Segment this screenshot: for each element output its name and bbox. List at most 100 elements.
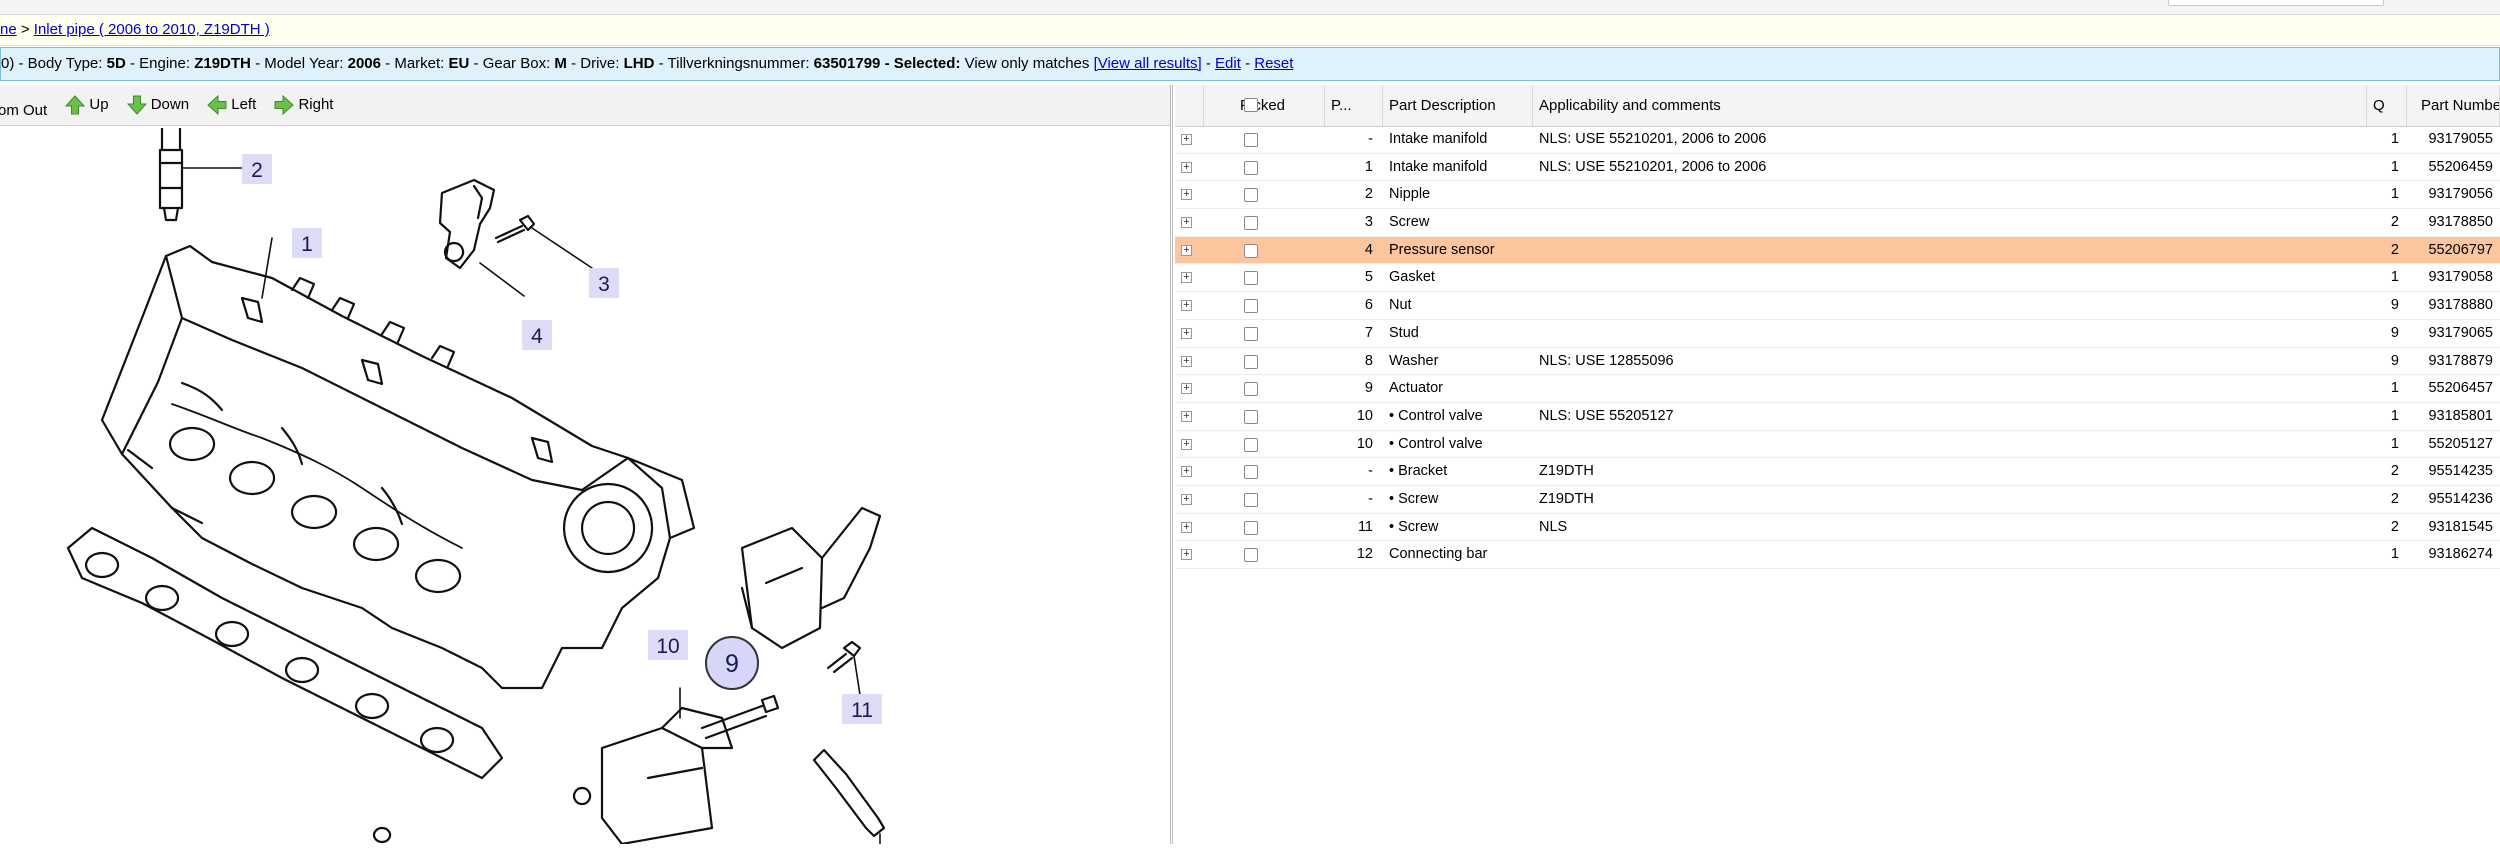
table-row[interactable]: +7 Stud 9 93179065 xyxy=(1175,320,2500,348)
part-number-cell[interactable]: 93179058 xyxy=(2415,264,2493,291)
callout-10[interactable]: 10 xyxy=(656,635,679,658)
reset-link[interactable]: Reset xyxy=(1254,55,1293,72)
zoom-out-button[interactable]: om Out xyxy=(0,91,47,131)
selected-label: - Selected: xyxy=(884,55,961,72)
panel-divider[interactable] xyxy=(1170,85,1173,844)
table-row[interactable]: +10 • Control valve 1 55205127 xyxy=(1175,431,2500,459)
table-row[interactable]: +10 • Control valve NLS: USE 55205127 1 9318… xyxy=(1175,403,2500,431)
expand-icon[interactable]: + xyxy=(1181,134,1192,145)
position-header[interactable]: P... xyxy=(1325,85,1383,126)
picked-checkbox[interactable] xyxy=(1244,326,1258,341)
part-number-cell[interactable]: 55205127 xyxy=(2415,431,2493,458)
table-row[interactable]: +12 Connecting bar 1 93186274 xyxy=(1175,541,2500,569)
expand-icon[interactable]: + xyxy=(1181,438,1192,450)
expand-icon[interactable]: + xyxy=(1181,327,1192,339)
table-row[interactable]: +2 Nipple 1 93179056 xyxy=(1175,181,2500,210)
picked-checkbox[interactable] xyxy=(1244,243,1258,258)
picked-checkbox[interactable] xyxy=(1244,160,1258,175)
description-cell: • Control valve xyxy=(1389,435,1483,452)
expand-icon[interactable]: + xyxy=(1181,300,1192,312)
picked-checkbox[interactable] xyxy=(1244,382,1258,397)
zoom-out-label: om Out xyxy=(0,102,48,119)
picked-checkbox[interactable] xyxy=(1244,188,1258,203)
picked-checkbox[interactable] xyxy=(1244,299,1258,314)
expand-icon[interactable]: + xyxy=(1181,244,1192,256)
callout-4[interactable]: 4 xyxy=(531,325,543,348)
down-button[interactable]: Down xyxy=(126,85,189,125)
part-number-cell[interactable]: 93185801 xyxy=(2415,403,2493,430)
applicability-header[interactable]: Applicability and comments xyxy=(1533,85,2367,126)
callout-2[interactable]: 2 xyxy=(251,159,263,182)
table-row[interactable]: +5 Gasket 1 93179058 xyxy=(1175,264,2500,293)
part-number-cell[interactable]: 93178880 xyxy=(2415,292,2493,319)
callout-1[interactable]: 1 xyxy=(301,233,313,256)
picked-checkbox[interactable] xyxy=(1244,492,1258,507)
picked-checkbox[interactable] xyxy=(1244,548,1258,563)
up-button[interactable]: Up xyxy=(65,85,109,125)
picked-header[interactable]: Picked xyxy=(1204,85,1325,126)
part-number-cell[interactable]: 93181545 xyxy=(2415,514,2493,541)
expand-icon[interactable]: + xyxy=(1181,217,1192,229)
part-number-cell[interactable]: 55206457 xyxy=(2415,375,2493,402)
part-number-cell[interactable]: 95514235 xyxy=(2415,458,2493,485)
expand-icon[interactable]: + xyxy=(1181,355,1192,367)
picked-checkbox[interactable] xyxy=(1244,133,1258,147)
search-box-fragment[interactable] xyxy=(2168,0,2384,6)
gearbox-label: - Gear Box: xyxy=(473,55,551,72)
view-all-results-link[interactable]: [View all results] xyxy=(1094,55,1202,72)
expand-icon[interactable]: + xyxy=(1181,161,1192,173)
table-row[interactable]: +9 Actuator 1 55206457 xyxy=(1175,375,2500,403)
quantity-cell: 9 xyxy=(2390,324,2399,341)
breadcrumb-current-link[interactable]: Inlet pipe ( 2006 to 2010, Z19DTH ) xyxy=(34,21,270,38)
table-row[interactable]: +4 Pressure sensor 2 55206797 xyxy=(1175,236,2500,265)
part-number-header[interactable]: Part Number xyxy=(2407,85,2500,126)
table-row[interactable]: + - Intake manifold NLS: USE 55210201, 2006… xyxy=(1175,126,2500,154)
part-number-cell[interactable]: 93179055 xyxy=(2415,126,2493,153)
picked-checkbox[interactable] xyxy=(1244,216,1258,231)
expand-icon[interactable]: + xyxy=(1181,383,1192,395)
picked-checkbox[interactable] xyxy=(1244,437,1258,452)
picked-checkbox[interactable] xyxy=(1244,520,1258,535)
quantity-header[interactable]: Q xyxy=(2367,85,2407,126)
table-row[interactable]: +3 Screw 2 93178850 xyxy=(1175,209,2500,237)
quantity-cell: 1 xyxy=(2390,546,2399,563)
part-number-cell[interactable]: 93179065 xyxy=(2415,320,2493,347)
picked-checkbox[interactable] xyxy=(1244,271,1258,286)
picked-checkbox[interactable] xyxy=(1244,409,1258,424)
part-number-cell[interactable]: 55206797 xyxy=(2415,237,2493,264)
expand-icon[interactable]: + xyxy=(1181,466,1192,478)
part-description-header[interactable]: Part Description xyxy=(1383,85,1533,126)
expand-icon[interactable]: + xyxy=(1181,493,1192,505)
edit-link[interactable]: Edit xyxy=(1215,55,1241,72)
callout-3[interactable]: 3 xyxy=(598,273,610,296)
table-row[interactable]: +11 • Screw NLS 2 93181545 xyxy=(1175,514,2500,542)
table-row[interactable]: +8 Washer NLS: USE 12855096 9 93178879 xyxy=(1175,348,2500,376)
breadcrumb-home-link[interactable]: ne xyxy=(0,21,17,38)
table-row[interactable]: +6 Nut 9 93178880 xyxy=(1175,292,2500,320)
drawing-panel: om Out Up Down Left Right 2 1 3 4 10 9 1… xyxy=(0,85,1170,846)
right-button[interactable]: Right xyxy=(274,85,333,125)
picked-checkbox[interactable] xyxy=(1244,465,1258,480)
expand-icon[interactable]: + xyxy=(1181,272,1192,284)
model-year-label: - Model Year: xyxy=(255,55,344,72)
expand-icon[interactable]: + xyxy=(1181,521,1192,533)
part-number-cell[interactable]: 93186274 xyxy=(2415,541,2493,568)
expand-icon[interactable]: + xyxy=(1181,410,1192,422)
comment-cell xyxy=(1539,209,2339,236)
table-row[interactable]: +1 Intake manifold NLS: USE 55210201, 2006… xyxy=(1175,154,2500,182)
part-number-cell[interactable]: 93178850 xyxy=(2415,209,2493,236)
table-row[interactable]: + - • Bracket Z19DTH 2 95514235 xyxy=(1175,458,2500,486)
pressure-sensor-part xyxy=(438,178,525,297)
callout-11[interactable]: 11 xyxy=(851,699,873,722)
part-number-cell[interactable]: 93178879 xyxy=(2415,348,2493,375)
part-number-cell[interactable]: 95514236 xyxy=(2415,486,2493,513)
part-number-cell[interactable]: 93179056 xyxy=(2415,181,2493,208)
picked-checkbox[interactable] xyxy=(1244,354,1258,369)
table-row[interactable]: + - • Screw Z19DTH 2 95514236 xyxy=(1175,486,2500,514)
expand-icon[interactable]: + xyxy=(1181,189,1192,201)
select-all-checkbox[interactable] xyxy=(1244,98,1258,112)
left-button[interactable]: Left xyxy=(207,85,256,125)
callout-9[interactable]: 9 xyxy=(725,650,739,678)
expand-icon[interactable]: + xyxy=(1181,549,1192,561)
part-number-cell[interactable]: 55206459 xyxy=(2415,154,2493,181)
